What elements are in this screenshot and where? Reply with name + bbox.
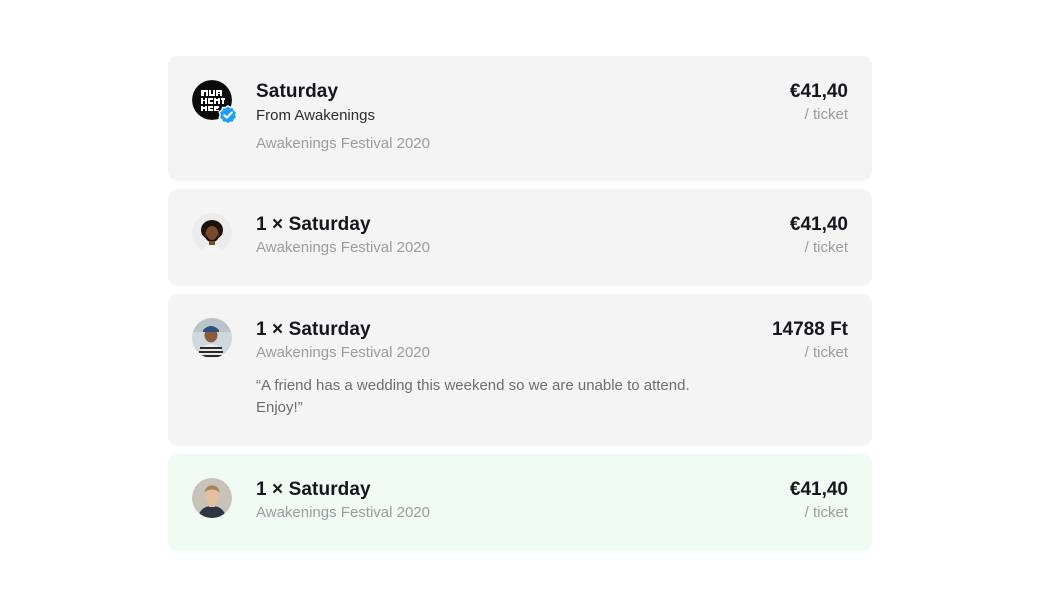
listing-title: 1 × Saturday (256, 214, 371, 235)
listing-title: 1 × Saturday (256, 319, 371, 340)
listing-title: 1 × Saturday (256, 479, 371, 500)
ticket-listing-card[interactable]: Saturday From Awakenings Awakenings Fest… (168, 56, 872, 181)
verified-badge-icon (218, 104, 238, 125)
price-unit: / ticket (804, 239, 848, 256)
ticket-price: €41,40 (789, 214, 848, 235)
user-avatar-icon (192, 213, 232, 253)
price-unit: / ticket (804, 106, 848, 123)
ticket-listing-list: Saturday From Awakenings Awakenings Fest… (168, 56, 872, 559)
ticket-price: €41,40 (789, 81, 848, 102)
seller-avatar (192, 318, 232, 358)
seller-avatar (192, 213, 232, 253)
user-avatar-icon (192, 478, 232, 518)
price-unit: / ticket (804, 504, 848, 521)
ticket-listing-card-highlighted[interactable]: 1 × Saturday Awakenings Festival 2020 €4… (168, 454, 872, 551)
seller-avatar (192, 478, 232, 518)
seller-note: “A friend has a wedding this weekend so … (256, 377, 690, 416)
ticket-listing-card[interactable]: 1 × Saturday Awakenings Festival 2020 €4… (168, 189, 872, 286)
event-name: Awakenings Festival 2020 (256, 135, 430, 152)
ticket-price: €41,40 (789, 479, 848, 500)
ticket-listing-card[interactable]: 1 × Saturday Awakenings Festival 2020 “A… (168, 294, 872, 446)
seller-name: From Awakenings (256, 107, 375, 124)
event-name: Awakenings Festival 2020 (256, 504, 430, 521)
user-avatar-icon (192, 318, 232, 358)
event-name: Awakenings Festival 2020 (256, 239, 430, 256)
ticket-price: 14788 Ft (771, 319, 848, 340)
listing-title: Saturday (256, 81, 339, 102)
event-name: Awakenings Festival 2020 (256, 344, 430, 361)
price-unit: / ticket (804, 344, 848, 361)
